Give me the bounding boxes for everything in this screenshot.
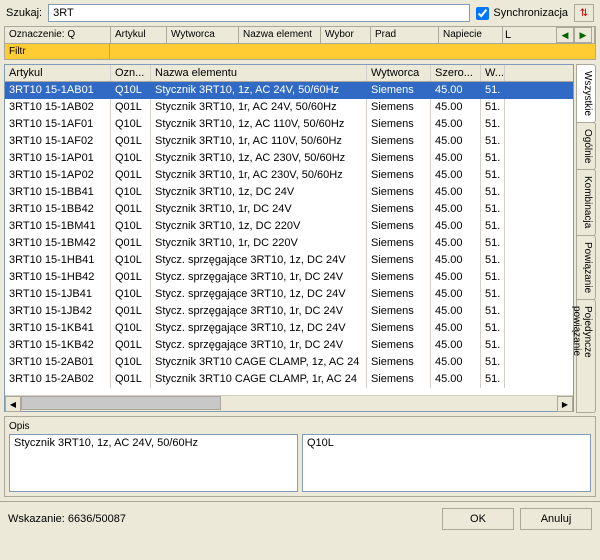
tab-kombinacja[interactable]: Kombinacja (576, 169, 596, 235)
table-row[interactable]: 3RT10 15-2AB01Q10LStycznik 3RT10 CAGE CL… (5, 354, 573, 371)
scroll-thumb[interactable] (21, 396, 221, 410)
tab-ogólnie[interactable]: Ogólnie (576, 122, 596, 170)
table-row[interactable]: 3RT10 15-1AB02Q01LStycznik 3RT10, 1r, AC… (5, 99, 573, 116)
hdr-wytworca[interactable]: Wytworca (167, 27, 239, 43)
col-ozn[interactable]: Ozn... (111, 65, 151, 81)
table-row[interactable]: 3RT10 15-1BM41Q10LStycznik 3RT10, 1z, DC… (5, 218, 573, 235)
table-row[interactable]: 3RT10 15-1KB42Q01LStycz. sprzęgające 3RT… (5, 337, 573, 354)
next-col-icon[interactable]: ▶ (574, 27, 592, 43)
table-row[interactable]: 3RT10 15-1KB41Q10LStycz. sprzęgające 3RT… (5, 320, 573, 337)
col-artykul[interactable]: Artykul (5, 65, 111, 81)
table-row[interactable]: 3RT10 15-1AP01Q10LStycznik 3RT10, 1z, AC… (5, 150, 573, 167)
table-row[interactable]: 3RT10 15-1JB42Q01LStycz. sprzęgające 3RT… (5, 303, 573, 320)
table-row[interactable]: 3RT10 15-1BM42Q01LStycznik 3RT10, 1r, DC… (5, 235, 573, 252)
col-nazwa[interactable]: Nazwa elementu (151, 65, 367, 81)
filter-input[interactable] (110, 44, 596, 60)
table-row[interactable]: 3RT10 15-1AP02Q01LStycznik 3RT10, 1r, AC… (5, 167, 573, 184)
table-row[interactable]: 3RT10 15-1AF01Q10LStycznik 3RT10, 1z, AC… (5, 116, 573, 133)
table-row[interactable]: 3RT10 15-1AB01Q10LStycznik 3RT10, 1z, AC… (5, 82, 573, 99)
sort-toggle-icon[interactable]: ⇅ (574, 4, 594, 22)
filter-label: Filtr (4, 44, 110, 60)
prev-col-icon[interactable]: ◀ (556, 27, 574, 43)
col-wytworca[interactable]: Wytworca (367, 65, 431, 81)
hdr-prad[interactable]: Prad (371, 27, 439, 43)
results-table: Artykul Ozn... Nazwa elementu Wytworca S… (4, 64, 574, 412)
table-row[interactable]: 3RT10 15-1JB41Q10LStycz. sprzęgające 3RT… (5, 286, 573, 303)
tab-powiązanie[interactable]: Powiązanie (576, 235, 596, 300)
table-row[interactable]: 3RT10 15-1BB41Q10LStycznik 3RT10, 1z, DC… (5, 184, 573, 201)
column-header-bar: Oznaczenie: Q Artykul Wytworca Nazwa ele… (4, 26, 596, 44)
desc-text-1[interactable]: Stycznik 3RT10, 1z, AC 24V, 50/60Hz (9, 434, 298, 492)
tab-wszystkie[interactable]: Wszystkie (576, 64, 596, 123)
cancel-button[interactable]: Anuluj (520, 508, 592, 530)
desc-label: Opis (9, 421, 591, 432)
table-row[interactable]: 3RT10 15-1HB41Q10LStycz. sprzęgające 3RT… (5, 252, 573, 269)
sync-checkbox[interactable] (476, 7, 489, 20)
desc-text-2[interactable]: Q10L (302, 434, 591, 492)
col-w[interactable]: W... (481, 65, 505, 81)
table-row[interactable]: 3RT10 15-1AF02Q01LStycznik 3RT10, 1r, AC… (5, 133, 573, 150)
table-row[interactable]: 3RT10 15-1HB42Q01LStycz. sprzęgające 3RT… (5, 269, 573, 286)
col-szer[interactable]: Szero... (431, 65, 481, 81)
search-input[interactable] (48, 4, 470, 22)
scroll-right-icon[interactable]: ▶ (557, 396, 573, 412)
search-label: Szukaj: (6, 7, 42, 19)
tab-pojedyncze powiązanie[interactable]: Pojedyncze powiązanie (576, 299, 596, 413)
table-row[interactable]: 3RT10 15-2AB02Q01LStycznik 3RT10 CAGE CL… (5, 371, 573, 388)
horizontal-scrollbar[interactable]: ◀ ▶ (5, 395, 573, 411)
table-row[interactable]: 3RT10 15-1BB42Q01LStycznik 3RT10, 1r, DC… (5, 201, 573, 218)
ok-button[interactable]: OK (442, 508, 514, 530)
hdr-napiecie[interactable]: Napiecie (439, 27, 503, 43)
status-text: Wskazanie: 6636/50087 (8, 513, 436, 525)
hdr-nazwa[interactable]: Nazwa element (239, 27, 321, 43)
hdr-oznaczenie[interactable]: Oznaczenie: Q (5, 27, 111, 43)
hdr-l[interactable]: L (505, 29, 511, 41)
hdr-artykul[interactable]: Artykul (111, 27, 167, 43)
hdr-wybor[interactable]: Wybor (321, 27, 371, 43)
sync-label: Synchronizacja (493, 7, 568, 19)
scroll-left-icon[interactable]: ◀ (5, 396, 21, 412)
